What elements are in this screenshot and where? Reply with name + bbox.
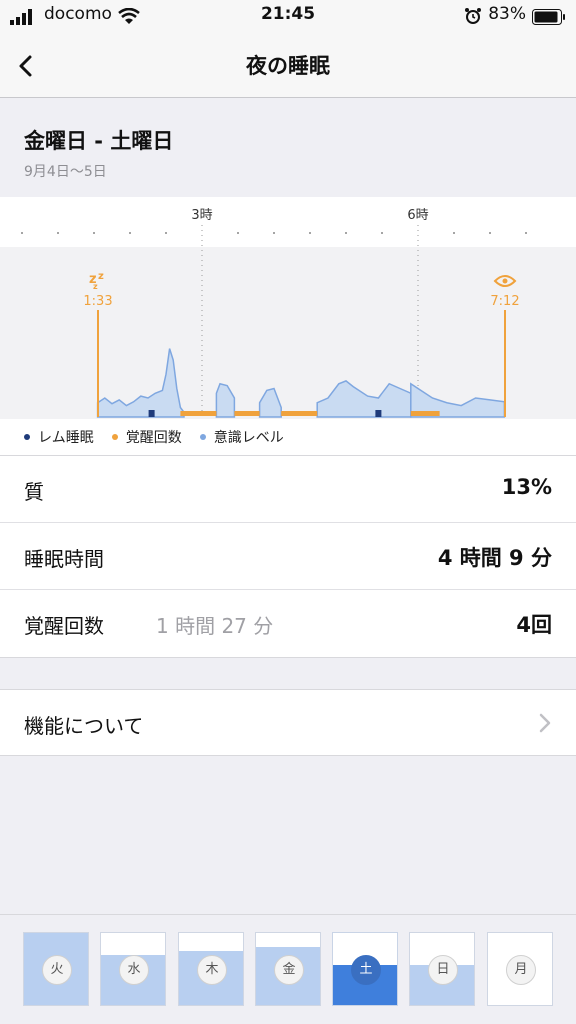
page-title: 夜の睡眠 <box>246 54 330 78</box>
day-range: 金曜日 - 土曜日 <box>24 129 174 153</box>
day-label-sun: 日 <box>428 955 458 985</box>
tick-dot <box>57 232 59 234</box>
sleep-end-time: 7:12 <box>490 294 519 309</box>
week-selector: 火 水 木 金 土 日 月 <box>0 914 576 1024</box>
svg-text:z: z <box>93 282 98 291</box>
battery-percent: 83% <box>488 4 526 24</box>
legend-dot-consciousness <box>199 434 206 440</box>
tick-dot <box>309 232 311 234</box>
day-label-thu: 木 <box>197 955 227 985</box>
day-label-wed: 水 <box>119 955 149 985</box>
date-header: 金曜日 - 土曜日 9月4日～5日 <box>0 99 576 197</box>
svg-text:z: z <box>98 271 104 282</box>
stat-value-duration: 4 時間 9 分 <box>437 546 552 570</box>
day-tab-sat[interactable]: 土 <box>332 932 398 1006</box>
chevron-right-icon <box>539 713 551 733</box>
day-tab-sun[interactable]: 日 <box>409 932 475 1006</box>
tick-dot <box>21 232 23 234</box>
rem-mark <box>375 410 382 417</box>
tick-dot <box>525 232 527 234</box>
awake-segment <box>281 411 318 416</box>
awake-segment <box>410 411 440 416</box>
legend-label-consciousness: 意識レベル <box>213 430 284 446</box>
stat-row-duration: 睡眠時間 4 時間 9 分 <box>0 523 576 590</box>
tick-label-3: 3時 <box>191 208 212 223</box>
day-tab-tue[interactable]: 火 <box>23 932 89 1006</box>
day-tab-fri[interactable]: 金 <box>255 932 321 1006</box>
stat-sub-awakenings: 1 時間 27 分 <box>156 614 274 638</box>
sleep-start-time: 1:33 <box>83 294 112 309</box>
chevron-left-icon <box>19 55 32 77</box>
day-tab-mon[interactable]: 月 <box>487 932 553 1006</box>
tick-dot <box>165 232 167 234</box>
day-label-sat: 土 <box>351 955 381 985</box>
about-feature-row[interactable]: 機能について <box>0 689 576 756</box>
tick-dot <box>381 232 383 234</box>
date-range: 9月4日～5日 <box>24 164 107 180</box>
stat-value-quality: 13% <box>501 475 552 499</box>
tick-dot <box>129 232 131 234</box>
stat-value-awakenings: 4回 <box>516 613 552 637</box>
stat-row-quality: 質 13% <box>0 456 576 523</box>
tick-dot <box>93 232 95 234</box>
alarm-icon <box>465 8 481 24</box>
day-tab-thu[interactable]: 木 <box>178 932 244 1006</box>
nav-bar: 夜の睡眠 <box>0 34 576 98</box>
tick-dot <box>345 232 347 234</box>
stat-label-awakenings: 覚醒回数 <box>24 614 104 638</box>
awake-segment <box>180 411 217 416</box>
tick-dot <box>489 232 491 234</box>
sleep-chart-svg: 3時 6時 z z z 1:33 7:12 <box>0 208 576 419</box>
stat-label-duration: 睡眠時間 <box>24 547 104 571</box>
tick-dot <box>237 232 239 234</box>
stats-list: 質 13% 睡眠時間 4 時間 9 分 覚醒回数 1 時間 27 分 4回 <box>0 455 576 658</box>
about-feature-label: 機能について <box>24 714 144 738</box>
stat-row-awakenings: 覚醒回数 1 時間 27 分 4回 <box>0 590 576 657</box>
tick-label-6: 6時 <box>407 208 428 223</box>
status-bar: docomo 21:45 83% <box>0 0 576 34</box>
legend-dot-rem <box>24 434 30 440</box>
sleep-chart: 3時 6時 z z z 1:33 7:12 <box>0 197 576 455</box>
chart-legend: レム睡眠 覚醒回数 意識レベル <box>24 427 284 447</box>
day-label-tue: 火 <box>42 955 72 985</box>
stat-label-quality: 質 <box>24 480 44 504</box>
day-tab-wed[interactable]: 水 <box>100 932 166 1006</box>
legend-label-rem: レム睡眠 <box>38 430 94 446</box>
battery-icon <box>532 9 565 25</box>
legend-label-awake: 覚醒回数 <box>125 430 182 446</box>
back-button[interactable] <box>10 46 46 86</box>
awake-segment <box>234 411 260 416</box>
tick-dot <box>453 232 455 234</box>
legend-item-consciousness: 意識レベル <box>199 427 284 447</box>
legend-item-rem: レム睡眠 <box>24 427 94 447</box>
legend-dot-awake <box>111 434 118 440</box>
day-label-fri: 金 <box>274 955 304 985</box>
legend-item-awake: 覚醒回数 <box>111 427 182 447</box>
tick-dot <box>273 232 275 234</box>
day-label-mon: 月 <box>506 955 536 985</box>
rem-mark <box>148 410 155 417</box>
